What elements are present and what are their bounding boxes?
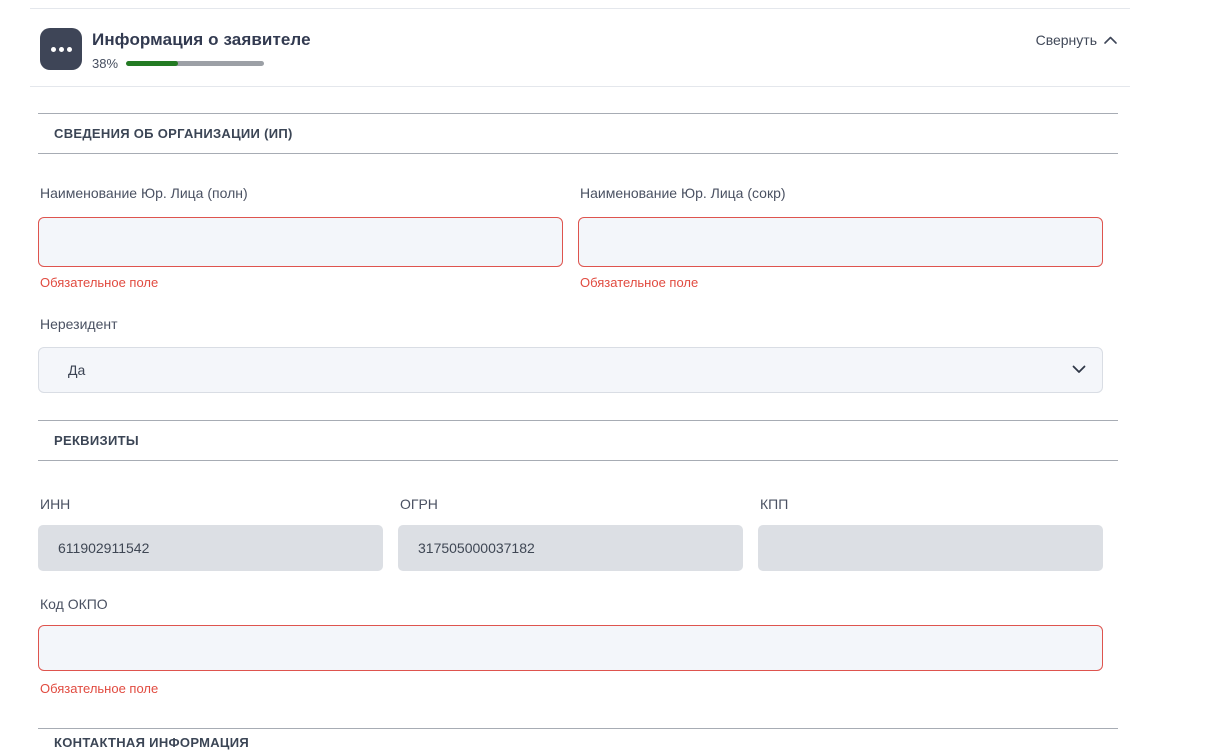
progress-row: 38% bbox=[92, 56, 264, 71]
ellipsis-dot bbox=[67, 47, 72, 52]
section-header-contact: КОНТАКТНАЯ ИНФОРМАЦИЯ bbox=[38, 728, 1118, 750]
field-short-name: Наименование Юр. Лица (сокр) Обязательно… bbox=[578, 185, 1103, 297]
collapse-label: Свернуть bbox=[1036, 32, 1097, 48]
inn-input bbox=[38, 525, 383, 571]
selected-option: Да bbox=[68, 362, 85, 378]
field-full-name: Наименование Юр. Лица (полн) Обязательно… bbox=[38, 185, 563, 297]
section-title: КОНТАКТНАЯ ИНФОРМАЦИЯ bbox=[38, 735, 1118, 750]
field-error: Обязательное поле bbox=[580, 275, 698, 290]
field-inn: ИНН bbox=[38, 496, 383, 574]
section-header-requisites: РЕКВИЗИТЫ bbox=[38, 420, 1118, 461]
progress-percent: 38% bbox=[92, 56, 118, 71]
section-title: РЕКВИЗИТЫ bbox=[54, 433, 139, 448]
collapse-button[interactable]: Свернуть bbox=[1036, 32, 1118, 48]
applicant-info-accordion: Информация о заявителе 38% Свернуть bbox=[30, 8, 1130, 87]
field-error: Обязательное поле bbox=[40, 275, 158, 290]
field-label: ОГРН bbox=[400, 496, 438, 512]
ellipsis-dot bbox=[59, 47, 64, 52]
field-label: Наименование Юр. Лица (полн) bbox=[40, 185, 248, 201]
applicant-form: СВЕДЕНИЯ ОБ ОРГАНИЗАЦИИ (ИП) Наименовани… bbox=[38, 113, 1118, 742]
section-header-organization: СВЕДЕНИЯ ОБ ОРГАНИЗАЦИИ (ИП) bbox=[38, 113, 1118, 154]
field-ogrn: ОГРН bbox=[398, 496, 743, 574]
full-name-input[interactable] bbox=[38, 217, 563, 267]
chevron-up-icon bbox=[1103, 35, 1118, 45]
kpp-input bbox=[758, 525, 1103, 571]
ellipsis-dot bbox=[51, 47, 56, 52]
field-label: Код ОКПО bbox=[40, 596, 108, 612]
field-nonresident: Нерезидент Да bbox=[38, 316, 1103, 396]
okpo-input[interactable] bbox=[38, 625, 1103, 671]
field-error: Обязательное поле bbox=[40, 681, 158, 696]
ellipsis-icon bbox=[40, 28, 82, 70]
field-okpo: Код ОКПО Обязательное поле bbox=[38, 596, 1103, 706]
nonresident-select[interactable]: Да bbox=[38, 347, 1103, 393]
field-label: КПП bbox=[760, 496, 788, 512]
ogrn-input bbox=[398, 525, 743, 571]
progress-bar bbox=[126, 61, 264, 66]
field-label: Наименование Юр. Лица (сокр) bbox=[580, 185, 786, 201]
chevron-down-icon bbox=[1072, 365, 1086, 374]
accordion-title: Информация о заявителе bbox=[92, 30, 311, 50]
field-label: ИНН bbox=[40, 496, 70, 512]
section-title: СВЕДЕНИЯ ОБ ОРГАНИЗАЦИИ (ИП) bbox=[54, 126, 293, 141]
short-name-input[interactable] bbox=[578, 217, 1103, 267]
field-label: Нерезидент bbox=[40, 316, 118, 332]
field-kpp: КПП bbox=[758, 496, 1103, 574]
progress-fill bbox=[126, 61, 178, 66]
